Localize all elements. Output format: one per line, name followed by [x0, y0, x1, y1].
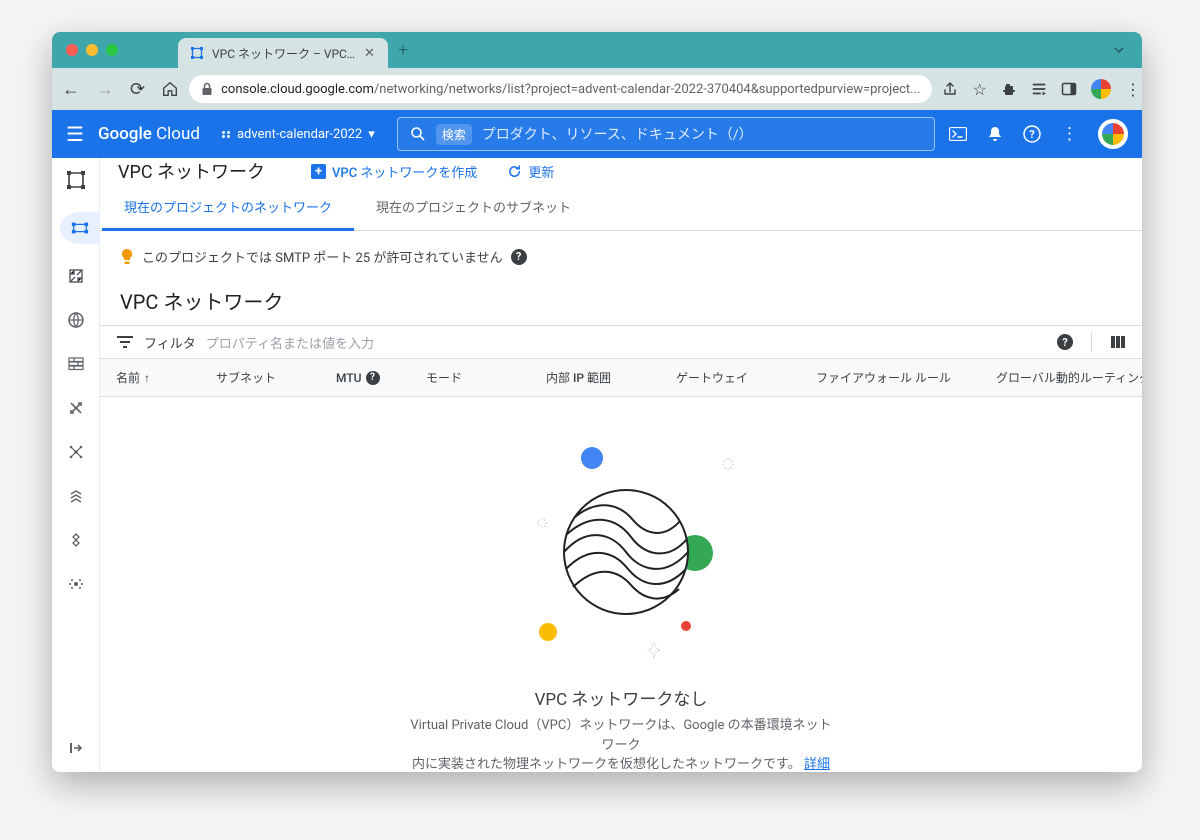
main-content: VPC ネットワーク + VPC ネットワークを作成 更新 現在のプロジェクトの… — [100, 158, 1142, 772]
browser-tab[interactable]: VPC ネットワーク – VPC ネット… ✕ — [178, 38, 388, 68]
plus-icon: + — [311, 164, 326, 179]
browser-window: VPC ネットワーク – VPC ネット… ✕ + ← → ⟳ console.… — [52, 32, 1142, 772]
refresh-icon — [507, 164, 522, 179]
filter-help-icon[interactable]: ? — [1057, 334, 1073, 350]
nav-menu-icon[interactable]: ☰ — [66, 122, 84, 146]
cloud-shell-icon[interactable] — [949, 127, 967, 141]
gcloud-extension-icon[interactable] — [1091, 79, 1111, 99]
chrome-menu-icon[interactable]: ⋮ — [1125, 80, 1141, 99]
share-icon[interactable] — [942, 81, 958, 97]
tabs: 現在のプロジェクトのネットワーク 現在のプロジェクトのサブネット — [100, 185, 1142, 231]
maximize-window-button[interactable] — [106, 44, 118, 56]
side-panel-icon[interactable] — [1061, 81, 1077, 97]
table-header: 名前↑ サブネット MTU? モード 内部 IP 範囲 ゲートウェイ ファイアウ… — [100, 359, 1142, 397]
chevron-down-icon: ▾ — [368, 127, 375, 142]
forward-button[interactable]: → — [96, 79, 114, 100]
globe-icon — [561, 487, 691, 617]
url-text: console.cloud.google.com/networking/netw… — [221, 82, 920, 97]
account-avatar[interactable] — [1098, 119, 1128, 149]
rail-collapse-icon[interactable] — [64, 736, 88, 760]
mtu-help-icon[interactable]: ? — [366, 371, 380, 385]
rail-packet-mirroring-icon[interactable] — [64, 572, 88, 596]
col-mtu[interactable]: MTU? — [336, 371, 426, 385]
vpc-product-icon[interactable] — [64, 168, 88, 192]
close-tab-icon[interactable]: ✕ — [364, 47, 376, 59]
window-controls — [66, 44, 118, 56]
col-firewall[interactable]: ファイアウォール ルール — [816, 369, 996, 386]
page-action-bar: VPC ネットワーク + VPC ネットワークを作成 更新 — [100, 158, 1142, 185]
column-display-icon[interactable] — [1110, 335, 1126, 349]
svg-text:?: ? — [1029, 128, 1035, 141]
smtp-notice: このプロジェクトでは SMTP ポート 25 が許可されていません ? — [100, 231, 1142, 282]
tab-title: VPC ネットワーク – VPC ネット… — [212, 45, 356, 62]
empty-title: VPC ネットワークなし — [535, 685, 708, 710]
utilities-menu-icon[interactable]: ⋮ — [1061, 124, 1078, 144]
sparkle-icon — [647, 641, 661, 659]
google-cloud-logo[interactable]: Google Cloud — [98, 124, 200, 144]
close-window-button[interactable] — [66, 44, 78, 56]
reload-button[interactable]: ⟳ — [130, 79, 145, 100]
empty-description: Virtual Private Cloud（VPC）ネットワークは、Google… — [406, 716, 836, 772]
col-subnets[interactable]: サブネット — [216, 369, 336, 386]
cloud-console-header: ☰ Google Cloud advent-calendar-2022 ▾ 検索… — [52, 110, 1142, 158]
home-button[interactable] — [161, 80, 179, 98]
rail-firewall-icon[interactable] — [64, 352, 88, 376]
filter-input[interactable]: プロパティ名または値を入力 — [206, 333, 374, 352]
notifications-icon[interactable] — [987, 125, 1003, 143]
refresh-button[interactable]: 更新 — [507, 162, 554, 181]
rail-shared-vpc-icon[interactable] — [64, 484, 88, 508]
notice-help-icon[interactable]: ? — [511, 249, 527, 265]
browser-tabbar: VPC ネットワーク – VPC ネット… ✕ + — [52, 32, 1142, 68]
tabs-dropdown-icon[interactable] — [1112, 43, 1126, 57]
filter-icon[interactable] — [116, 335, 134, 349]
search-bar[interactable]: 検索 プロダクト、リソース、ドキュメント（/） — [397, 117, 935, 151]
sparkle-icon — [721, 457, 735, 471]
tab-subnets[interactable]: 現在のプロジェクトのサブネット — [354, 185, 593, 230]
lock-icon — [201, 82, 213, 96]
col-name[interactable]: 名前↑ — [116, 369, 216, 386]
rail-external-ip-icon[interactable] — [64, 264, 88, 288]
filter-bar: フィルタ プロパティ名または値を入力 ? — [100, 325, 1142, 359]
search-pill: 検索 — [436, 124, 472, 145]
sort-asc-icon: ↑ — [144, 371, 150, 385]
col-mode[interactable]: モード — [426, 369, 546, 386]
sparkle-icon — [536, 517, 548, 529]
empty-state: VPC ネットワークなし Virtual Private Cloud（VPC）ネ… — [100, 397, 1142, 772]
address-bar[interactable]: console.cloud.google.com/networking/netw… — [189, 75, 932, 103]
rail-peering-icon[interactable] — [64, 440, 88, 464]
reading-list-icon[interactable] — [1031, 81, 1047, 97]
page-title: VPC ネットワーク — [118, 158, 265, 184]
section-title: VPC ネットワーク — [100, 282, 1142, 325]
side-rail — [52, 158, 100, 772]
help-icon[interactable]: ? — [1023, 125, 1041, 143]
browser-toolbar: ← → ⟳ console.cloud.google.com/networkin… — [52, 68, 1142, 110]
notice-text: このプロジェクトでは SMTP ポート 25 が許可されていません — [142, 247, 503, 266]
project-picker[interactable]: advent-calendar-2022 ▾ — [214, 123, 383, 146]
col-gateways[interactable]: ゲートウェイ — [676, 369, 816, 386]
extensions-icon[interactable] — [1001, 81, 1017, 97]
create-vpc-button[interactable]: + VPC ネットワークを作成 — [311, 162, 477, 181]
rail-routes-icon[interactable] — [64, 396, 88, 420]
lightbulb-icon — [120, 248, 134, 266]
tab-networks[interactable]: 現在のプロジェクトのネットワーク — [102, 185, 354, 231]
project-name: advent-calendar-2022 — [237, 127, 362, 142]
rail-serverless-vpc-icon[interactable] — [64, 528, 88, 552]
back-button[interactable]: ← — [62, 79, 80, 100]
learn-more-link[interactable]: 詳細 — [804, 757, 830, 772]
col-global-routing[interactable]: グローバル動的ルーティング — [996, 369, 1142, 386]
rail-byoip-icon[interactable] — [64, 308, 88, 332]
search-placeholder: プロダクト、リソース、ドキュメント（/） — [482, 124, 753, 144]
project-icon — [222, 131, 231, 138]
tab-favicon-vpc-icon — [190, 46, 204, 60]
divider — [1091, 332, 1092, 352]
search-icon — [410, 126, 426, 142]
rail-vpc-networks-icon[interactable] — [60, 212, 100, 244]
minimize-window-button[interactable] — [86, 44, 98, 56]
bookmark-icon[interactable]: ☆ — [972, 80, 986, 99]
new-tab-button[interactable]: + — [398, 40, 408, 61]
empty-illustration — [501, 437, 741, 667]
filter-label: フィルタ — [144, 333, 196, 352]
col-ip-range[interactable]: 内部 IP 範囲 — [546, 369, 676, 386]
